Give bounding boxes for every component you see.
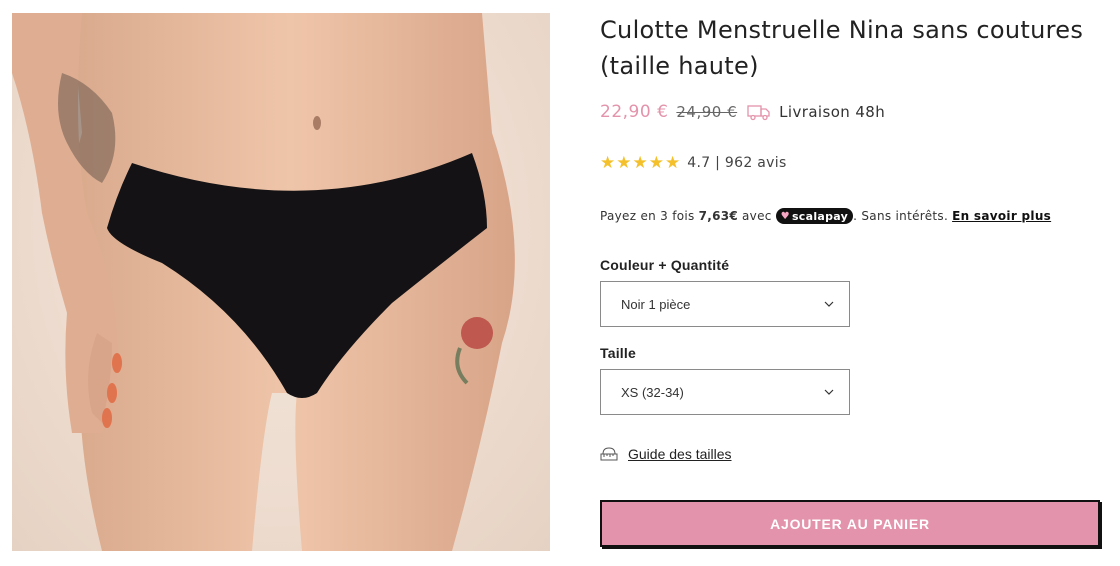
learn-more-link[interactable]: En savoir plus (952, 209, 1051, 223)
ruler-icon (600, 446, 618, 462)
star-icon: ★ (665, 152, 681, 173)
color-quantity-label: Couleur + Quantité (600, 257, 730, 273)
installments-middle: avec (742, 209, 772, 223)
size-guide-label: Guide des tailles (628, 446, 732, 462)
product-title: Culotte Menstruelle Nina sans coutures (… (600, 16, 1084, 80)
star-icon: ★ (632, 152, 648, 173)
price-row: 22,90 € 24,90 € Livraison 48h (600, 100, 885, 124)
truck-icon (747, 103, 771, 121)
star-icon: ★ (616, 152, 632, 173)
heart-icon: ♥ (780, 210, 790, 222)
size-guide-link[interactable]: Guide des tailles (600, 443, 732, 465)
star-icon: ★ (600, 152, 616, 173)
sale-price: 22,90 € (600, 102, 669, 122)
product-photo (12, 13, 515, 551)
color-quantity-value: Noir 1 pièce (621, 296, 691, 312)
size-select[interactable]: XS (32-34) (600, 369, 850, 415)
scalapay-label: scalapay (791, 209, 849, 223)
scalapay-logo: ♥ scalapay (775, 208, 854, 224)
installments-suffix: . Sans intérêts. (853, 209, 949, 223)
chevron-down-icon (824, 301, 834, 307)
star-rating: ★ ★ ★ ★ ★ (600, 152, 681, 173)
rating-row[interactable]: ★ ★ ★ ★ ★ 4.7 | 962 avis (600, 153, 787, 173)
star-icon: ★ (648, 152, 664, 173)
rating-text[interactable]: 4.7 | 962 avis (687, 155, 786, 171)
regular-price: 24,90 € (676, 103, 738, 121)
installments-prefix: Payez en 3 fois (600, 209, 695, 223)
installments-info: Payez en 3 fois 7,63€ avec ♥ scalapay . … (600, 207, 1051, 225)
installments-amount: 7,63€ (698, 209, 739, 223)
add-to-cart-button[interactable]: AJOUTER AU PANIER (600, 500, 1100, 547)
delivery-text: Livraison 48h (779, 103, 886, 121)
product-image[interactable] (12, 13, 550, 551)
color-quantity-select[interactable]: Noir 1 pièce (600, 281, 850, 327)
chevron-down-icon (824, 389, 834, 395)
size-label: Taille (600, 345, 636, 361)
size-value: XS (32-34) (621, 384, 684, 400)
